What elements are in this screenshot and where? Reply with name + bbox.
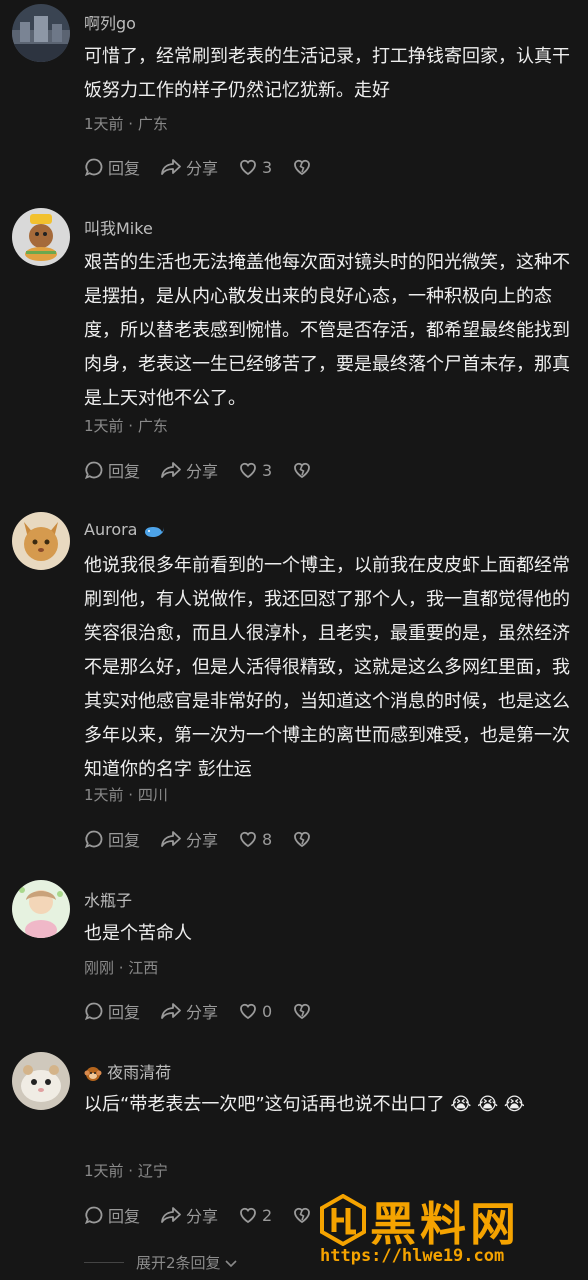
username[interactable]: 叫我Mike xyxy=(84,215,153,239)
expand-replies-label: 展开2条回复 xyxy=(136,1254,221,1272)
username[interactable]: 水瓶子 xyxy=(84,887,132,911)
avatar[interactable] xyxy=(12,880,70,938)
share-button[interactable]: 分享 xyxy=(160,155,218,179)
like-count: 3 xyxy=(262,460,273,480)
like-button[interactable]: 0 xyxy=(238,1001,272,1021)
chevron-down-icon xyxy=(224,1259,237,1267)
broken-heart-icon xyxy=(294,1207,311,1224)
reply-label: 回复 xyxy=(108,1207,141,1226)
reply-label: 回复 xyxy=(108,462,141,481)
watermark-logo-icon xyxy=(320,1194,366,1246)
reply-button[interactable]: 回复 xyxy=(84,458,140,482)
heart-icon xyxy=(240,831,256,848)
like-count: 0 xyxy=(262,1001,273,1021)
watermark-url: https://hlwe19.com xyxy=(320,1246,505,1266)
comment-meta: 1天前 · 广东 xyxy=(84,115,168,133)
divider-line xyxy=(84,1262,124,1263)
reply-bubble-icon xyxy=(84,158,103,177)
broken-heart-icon xyxy=(294,1003,311,1020)
reply-bubble-icon xyxy=(84,461,103,480)
share-button[interactable]: 分享 xyxy=(160,1203,218,1227)
watermark: 黑料网 https://hlwe19.com xyxy=(318,1188,580,1272)
share-arrow-icon xyxy=(161,462,181,478)
comment-text: 他说我很多年前看到的一个博主，以前我在皮皮虾上面都经常刷到他，有人说做作，我还回… xyxy=(84,555,570,780)
share-arrow-icon xyxy=(161,1207,181,1223)
comment-meta: 1天前 · 辽宁 xyxy=(84,1162,168,1180)
reply-label: 回复 xyxy=(108,159,141,178)
dislike-button[interactable] xyxy=(292,1205,316,1225)
reply-bubble-icon xyxy=(84,1206,103,1225)
reply-bubble-icon xyxy=(84,1002,103,1021)
monkey-icon xyxy=(84,1066,102,1081)
like-count: 3 xyxy=(262,157,273,177)
watermark-title: 黑料网 xyxy=(370,1197,520,1251)
username[interactable]: 啊列go xyxy=(84,10,136,34)
heart-icon xyxy=(240,1207,256,1224)
avatar[interactable] xyxy=(12,512,70,570)
heart-icon xyxy=(240,462,256,479)
dislike-button[interactable] xyxy=(292,157,316,177)
share-label: 分享 xyxy=(186,1003,219,1022)
share-label: 分享 xyxy=(186,462,219,481)
comment-meta: 1天前 · 广东 xyxy=(84,417,168,435)
share-arrow-icon xyxy=(161,1003,181,1019)
reply-button[interactable]: 回复 xyxy=(84,1203,140,1227)
username-text: 夜雨清荷 xyxy=(107,1063,172,1082)
avatar[interactable] xyxy=(12,4,70,62)
reply-button[interactable]: 回复 xyxy=(84,827,140,851)
avatar[interactable] xyxy=(12,1052,70,1110)
share-button[interactable]: 分享 xyxy=(160,999,218,1023)
heart-icon xyxy=(240,1003,256,1020)
reply-button[interactable]: 回复 xyxy=(84,999,140,1023)
reply-button[interactable]: 回复 xyxy=(84,155,140,179)
broken-heart-icon xyxy=(294,831,311,848)
share-arrow-icon xyxy=(161,159,181,175)
username[interactable]: 夜雨清荷 xyxy=(84,1059,171,1083)
like-button[interactable]: 3 xyxy=(238,157,272,177)
comment-meta: 1天前 · 四川 xyxy=(84,786,168,804)
heart-icon xyxy=(240,159,256,176)
comment-actions: 回复 分享 8 xyxy=(84,825,336,853)
share-arrow-icon xyxy=(161,831,181,847)
comment-text: 可惜了，经常刷到老表的生活记录，打工挣钱寄回家，认真干饭努力工作的样子仍然记忆犹… xyxy=(84,46,570,101)
like-count: 2 xyxy=(262,1205,273,1225)
dislike-button[interactable] xyxy=(292,460,316,480)
share-button[interactable]: 分享 xyxy=(160,827,218,851)
broken-heart-icon xyxy=(294,462,311,479)
share-button[interactable]: 分享 xyxy=(160,458,218,482)
reply-label: 回复 xyxy=(108,831,141,850)
reply-bubble-icon xyxy=(84,830,103,849)
comment-meta: 刚刚 · 江西 xyxy=(84,959,159,977)
username-text: Aurora xyxy=(84,520,138,539)
dislike-button[interactable] xyxy=(292,1001,316,1021)
comment-actions: 回复 分享 3 xyxy=(84,456,336,484)
comment-text: 以后“带老表去一次吧”这句话再也说不出口了 😭 😭 😭 xyxy=(84,1094,525,1115)
reply-label: 回复 xyxy=(108,1003,141,1022)
username[interactable]: Aurora xyxy=(84,520,165,539)
comment-text: 也是个苦命人 xyxy=(84,923,192,944)
expand-replies-button[interactable]: 展开2条回复 xyxy=(84,1252,239,1273)
like-count: 8 xyxy=(262,829,273,849)
comment-text: 艰苦的生活也无法掩盖他每次面对镜头时的阳光微笑，这种不是摆拍，是从内心散发出来的… xyxy=(84,252,570,409)
share-label: 分享 xyxy=(186,831,219,850)
comment-actions: 回复 分享 2 xyxy=(84,1201,336,1229)
whale-icon xyxy=(144,526,164,537)
share-label: 分享 xyxy=(186,159,219,178)
share-label: 分享 xyxy=(186,1207,219,1226)
dislike-button[interactable] xyxy=(292,829,316,849)
like-button[interactable]: 3 xyxy=(238,460,272,480)
like-button[interactable]: 2 xyxy=(238,1205,272,1225)
avatar[interactable] xyxy=(12,208,70,266)
comment-actions: 回复 分享 0 xyxy=(84,997,336,1025)
comment-actions: 回复 分享 3 xyxy=(84,153,336,181)
broken-heart-icon xyxy=(294,159,311,176)
like-button[interactable]: 8 xyxy=(238,829,272,849)
